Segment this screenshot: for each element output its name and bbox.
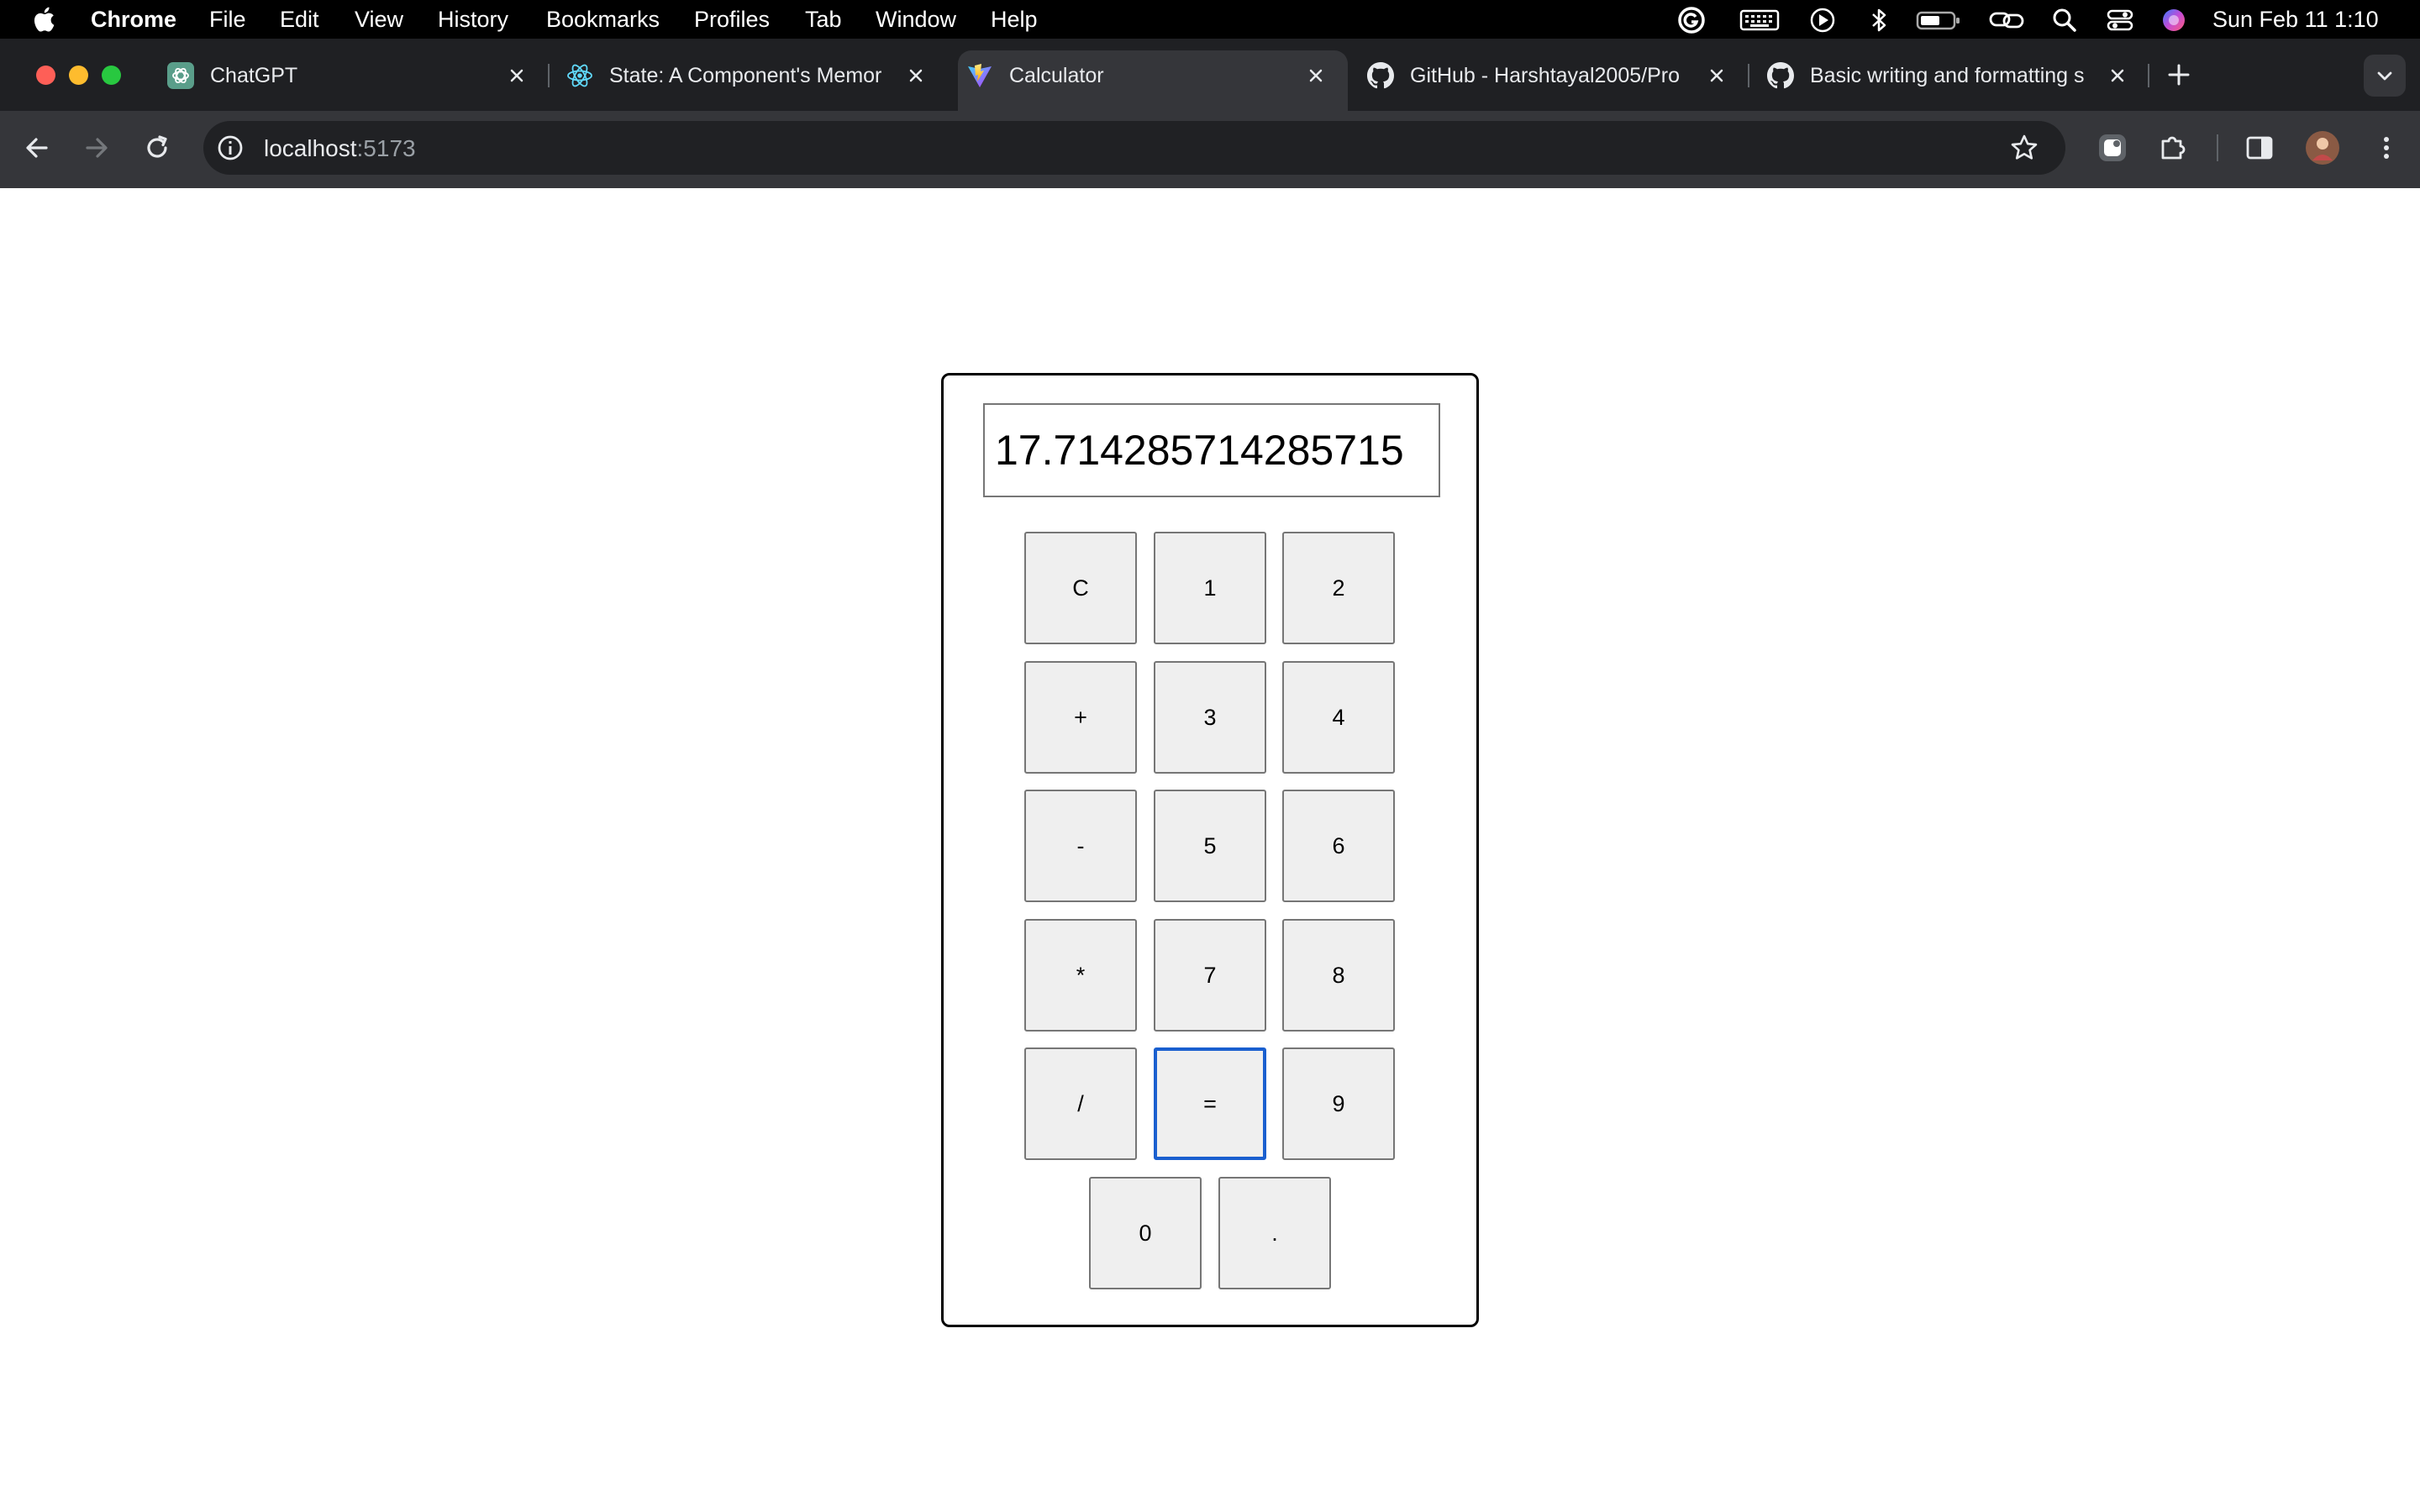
site-info-icon[interactable]: [215, 133, 245, 163]
menu-bookmarks[interactable]: Bookmarks: [546, 6, 660, 33]
key-clear[interactable]: C: [1024, 532, 1137, 644]
key-1[interactable]: 1: [1154, 532, 1266, 644]
address-bar[interactable]: localhost:5173: [203, 121, 2065, 175]
reload-button[interactable]: [142, 133, 172, 163]
menubar-clock[interactable]: Sun Feb 11 1:10: [2212, 6, 2379, 33]
tab-separator: [2148, 64, 2149, 87]
tab-title: GitHub - Harshtayal2005/Pro: [1410, 64, 1680, 87]
menu-history[interactable]: History: [438, 6, 508, 33]
menu-window[interactable]: Window: [876, 6, 956, 33]
control-center-icon[interactable]: [2106, 6, 2134, 34]
search-icon[interactable]: [2050, 6, 2079, 34]
tab-separator: [548, 64, 550, 87]
menu-help[interactable]: Help: [991, 6, 1038, 33]
calculator-display[interactable]: 17.714285714285715: [983, 403, 1440, 497]
chatgpt-icon: [167, 62, 194, 89]
key-6[interactable]: 6: [1282, 790, 1395, 902]
url-host: localhost: [264, 135, 357, 161]
link-icon[interactable]: [1988, 6, 2025, 34]
github-icon: [1767, 62, 1794, 89]
side-panel-icon[interactable]: [2244, 133, 2275, 163]
key-divide[interactable]: /: [1024, 1047, 1137, 1160]
tab-separator: [1748, 64, 1749, 87]
url-text[interactable]: localhost:5173: [264, 135, 416, 162]
close-icon[interactable]: [2105, 63, 2130, 88]
bluetooth-icon[interactable]: [1867, 6, 1891, 34]
tab-react-state[interactable]: State: A Component's Memor: [566, 52, 936, 99]
toolbar-separator: [2217, 134, 2218, 161]
battery-icon[interactable]: [1916, 6, 1961, 34]
siri-icon[interactable]: [2160, 6, 2188, 34]
github-icon: [1367, 62, 1394, 89]
zoom-window-button[interactable]: [102, 66, 121, 85]
minimize-window-button[interactable]: [69, 66, 88, 85]
calculator: 17.714285714285715 C 1 2 + 3 4 - 5 6 * 7…: [941, 373, 1479, 1327]
menu-tab[interactable]: Tab: [805, 6, 842, 33]
puzzle-icon[interactable]: [2156, 131, 2190, 165]
tab-chatgpt[interactable]: ChatGPT: [167, 52, 537, 99]
more-menu-icon[interactable]: [2371, 133, 2402, 163]
extension-icon[interactable]: [2096, 131, 2129, 165]
tab-github-repo[interactable]: GitHub - Harshtayal2005/Pro: [1367, 52, 1737, 99]
menu-view[interactable]: View: [355, 6, 403, 33]
url-port: :5173: [356, 135, 416, 161]
chevron-down-icon: [2377, 71, 2392, 81]
close-icon[interactable]: [504, 63, 529, 88]
page-content: 17.714285714285715 C 1 2 + 3 4 - 5 6 * 7…: [0, 188, 2420, 1512]
close-icon[interactable]: [1303, 63, 1328, 88]
tab-title: ChatGPT: [210, 64, 298, 87]
close-icon[interactable]: [903, 63, 929, 88]
key-subtract[interactable]: -: [1024, 790, 1137, 902]
menu-file[interactable]: File: [209, 6, 246, 33]
key-2[interactable]: 2: [1282, 532, 1395, 644]
tab-search-button[interactable]: [2364, 55, 2406, 97]
key-3[interactable]: 3: [1154, 661, 1266, 774]
tab-title: State: A Component's Memor: [609, 64, 882, 87]
apple-logo-icon[interactable]: [30, 4, 60, 34]
forward-button[interactable]: [82, 133, 112, 163]
key-0[interactable]: 0: [1089, 1177, 1202, 1289]
key-multiply[interactable]: *: [1024, 919, 1137, 1032]
key-equals[interactable]: =: [1154, 1047, 1266, 1160]
menu-profiles[interactable]: Profiles: [694, 6, 770, 33]
close-icon[interactable]: [1704, 63, 1729, 88]
tab-title: Calculator: [1009, 64, 1104, 87]
key-4[interactable]: 4: [1282, 661, 1395, 774]
close-window-button[interactable]: [36, 66, 55, 85]
vite-icon: [968, 64, 992, 87]
new-tab-button[interactable]: [2165, 60, 2193, 89]
key-5[interactable]: 5: [1154, 790, 1266, 902]
key-8[interactable]: 8: [1282, 919, 1395, 1032]
menu-edit[interactable]: Edit: [280, 6, 319, 33]
menu-app-chrome[interactable]: Chrome: [91, 6, 176, 33]
key-7[interactable]: 7: [1154, 919, 1266, 1032]
tab-calculator[interactable]: Calculator: [966, 52, 1336, 99]
key-decimal[interactable]: .: [1218, 1177, 1331, 1289]
tab-github-docs[interactable]: Basic writing and formatting s: [1767, 52, 2137, 99]
key-9[interactable]: 9: [1282, 1047, 1395, 1160]
tab-title: Basic writing and formatting s: [1810, 64, 2085, 87]
star-icon[interactable]: [2009, 133, 2039, 163]
play-icon[interactable]: [1808, 6, 1837, 34]
key-add[interactable]: +: [1024, 661, 1137, 774]
keyboard-icon[interactable]: [1739, 6, 1780, 34]
menu-bar: Chrome File Edit View History Bookmarks …: [0, 0, 2420, 39]
avatar[interactable]: [2305, 130, 2340, 165]
grammarly-icon[interactable]: [1677, 6, 1706, 34]
react-icon: [567, 64, 592, 87]
back-button[interactable]: [22, 133, 52, 163]
